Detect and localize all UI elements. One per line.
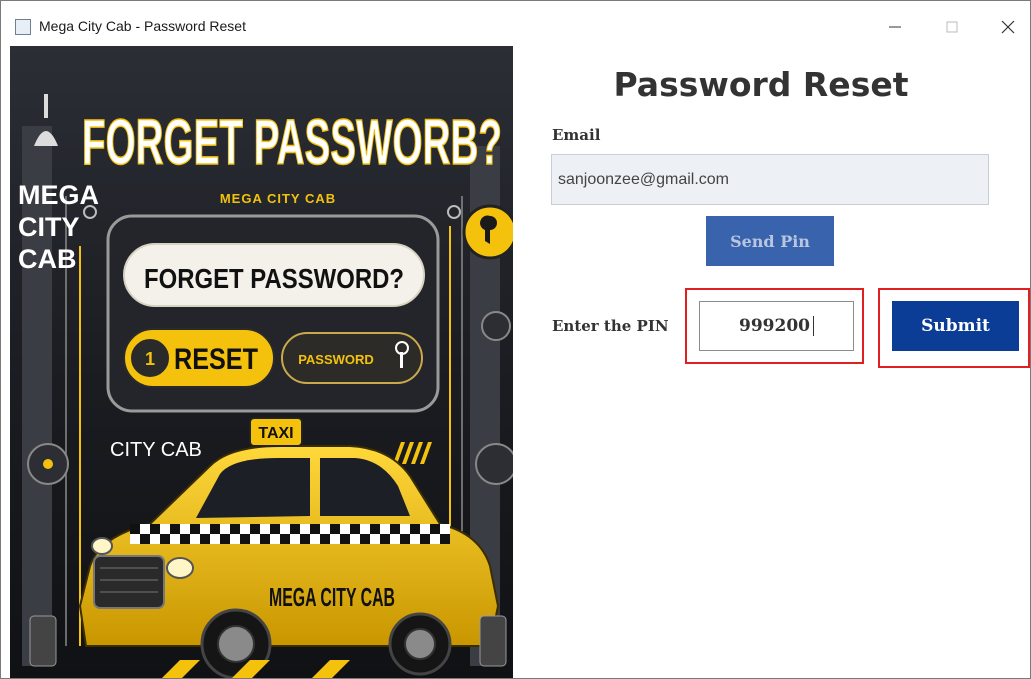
- app-window: Mega City Cab - Password Reset FORGET PA…: [0, 0, 1031, 679]
- pin-field[interactable]: 999200: [699, 301, 854, 351]
- hero-headline: FORGET PASSWORB?: [82, 106, 502, 178]
- forget-password-banner-image: FORGET PASSWORB? MEGA CITY CAB MEGA CITY…: [10, 46, 513, 678]
- maximize-icon: [946, 21, 958, 33]
- minimize-button[interactable]: [874, 9, 918, 45]
- hero-panel-text: FORGET PASSWORD?: [144, 263, 404, 294]
- pin-label: Enter the PIN: [552, 317, 669, 335]
- close-button[interactable]: [987, 9, 1030, 45]
- email-field[interactable]: [551, 154, 989, 205]
- text-caret: [812, 316, 814, 336]
- hero-door-text: MEGA CITY CAB: [269, 582, 395, 612]
- hero-side-brand-3: CAB: [18, 244, 77, 274]
- java-app-icon: [15, 19, 31, 35]
- title-bar: Mega City Cab - Password Reset: [1, 1, 1030, 45]
- close-icon: [1001, 20, 1015, 34]
- submit-button[interactable]: Submit: [892, 301, 1019, 351]
- hero-side-brand-2: CITY: [18, 212, 80, 242]
- hero-brand-small: MEGA CITY CAB: [220, 191, 336, 206]
- window-title: Mega City Cab - Password Reset: [39, 18, 246, 34]
- hero-panel-badge: 1: [145, 349, 155, 369]
- maximize-button[interactable]: [931, 9, 975, 45]
- hero-city-cab-text: CITY CAB: [110, 439, 202, 461]
- pin-value: 999200: [739, 316, 810, 336]
- page-title: Password Reset: [613, 65, 909, 104]
- hero-taxi-sign: TAXI: [258, 425, 293, 442]
- hero-side-brand-1: MEGA: [18, 180, 99, 210]
- hero-password-text: PASSWORD: [298, 352, 374, 367]
- email-label: Email: [552, 126, 601, 144]
- send-pin-button[interactable]: Send Pin: [706, 216, 834, 266]
- minimize-icon: [889, 26, 901, 28]
- hero-reset-text: RESET: [174, 343, 258, 376]
